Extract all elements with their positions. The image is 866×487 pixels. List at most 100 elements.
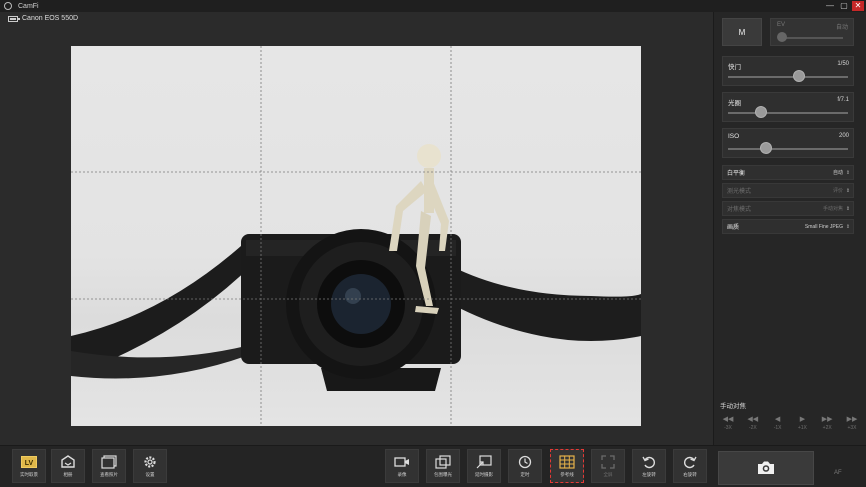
manual-focus-title: 手动对焦	[720, 403, 746, 410]
focus-step-label: -1X	[773, 425, 782, 431]
fullscreen-icon	[600, 454, 616, 469]
close-button[interactable]: ✕	[852, 1, 864, 11]
timelapse-label: 延时摄影	[475, 471, 493, 477]
iso-track	[728, 148, 848, 150]
shutter-slider[interactable]: 快门 1/50	[722, 56, 854, 86]
timer-label: 定时	[520, 471, 530, 477]
minimize-button[interactable]: —	[824, 1, 836, 11]
af-label[interactable]: AF	[834, 470, 842, 476]
focus-step-button[interactable]: ▶ +1X	[794, 416, 810, 431]
settings-panel: M EV 自动 快门 1/50 光圈 f/7.1 ISO 200 白平衡 自动 …	[713, 12, 866, 445]
video-button[interactable]: 录像	[385, 449, 419, 483]
iso-value: 200	[838, 133, 849, 139]
timelapse-button[interactable]: 延时摄影	[467, 449, 501, 483]
fullscreen-button[interactable]: 全屏	[591, 449, 625, 483]
focus-step-label: -2X	[748, 425, 757, 431]
live-view-photo	[71, 46, 641, 426]
rotate-right-icon	[682, 455, 698, 469]
rotate-right-label: 右旋转	[683, 471, 697, 477]
aperture-slider[interactable]: 光圈 f/7.1	[722, 92, 854, 122]
iso-slider[interactable]: ISO 200	[722, 128, 854, 158]
quality-select[interactable]: 画质 Small Fine JPEG ⇕	[722, 219, 854, 234]
chevron-updown-icon: ⇕	[845, 169, 851, 176]
bracketing-label: 包围曝光	[434, 471, 452, 477]
ev-knob	[777, 32, 787, 42]
focus-step-button[interactable]: ▶▶ +3X	[844, 416, 860, 431]
triple-arrow-right-icon: ▶▶	[846, 416, 858, 423]
white-balance-label: 白平衡	[727, 171, 746, 177]
album-button[interactable]: 相册	[51, 449, 85, 483]
gear-icon	[142, 455, 158, 469]
focus-mode-label: 对焦模式	[727, 207, 752, 213]
bracketing-icon	[435, 454, 451, 469]
battery-icon	[8, 15, 20, 22]
maximize-button[interactable]: ▢	[838, 1, 850, 11]
live-view-button[interactable]: LV 实时取景	[12, 449, 46, 483]
chevron-updown-icon: ⇕	[845, 187, 851, 194]
camera-status: Canon EOS 550D	[8, 15, 78, 22]
live-view-image[interactable]	[71, 46, 641, 426]
shutter-knob[interactable]	[792, 70, 805, 82]
live-view-label: 实时取景	[20, 471, 38, 477]
gallery-icon	[101, 454, 117, 469]
arrow-right-icon: ▶	[799, 416, 806, 423]
gallery-button[interactable]: 查看照片	[92, 449, 126, 483]
focus-step-label: +1X	[797, 425, 807, 431]
aperture-knob[interactable]	[755, 106, 767, 118]
title-bar: CamFi — ▢ ✕	[0, 0, 866, 12]
camera-shutter-icon	[757, 460, 775, 477]
arrow-left-icon: ◀	[774, 416, 781, 423]
focus-step-button[interactable]: ◀◀ -2X	[745, 416, 761, 431]
shutter-label: 快门	[728, 64, 741, 71]
aperture-track	[728, 112, 848, 114]
shooting-mode-button[interactable]: M	[722, 18, 762, 46]
quality-label: 画质	[727, 225, 740, 231]
rotate-left-button[interactable]: 左旋转	[632, 449, 666, 483]
focus-step-button[interactable]: ◀ -1X	[770, 416, 786, 431]
metering-label: 测光模式	[727, 189, 752, 195]
timer-icon	[517, 455, 533, 469]
settings-button[interactable]: 设置	[133, 449, 167, 483]
timer-button[interactable]: 定时	[508, 449, 542, 483]
grid-lines-button[interactable]: 参考线	[550, 449, 584, 483]
ev-value: 自动	[835, 25, 848, 31]
triple-arrow-left-icon: ◀◀	[722, 416, 734, 423]
video-icon	[394, 455, 410, 469]
album-icon	[60, 454, 76, 469]
focus-step-label: +3X	[847, 425, 857, 431]
ev-label: EV	[777, 22, 786, 28]
double-arrow-left-icon: ◀◀	[747, 416, 759, 423]
focus-step-label: +2X	[822, 425, 832, 431]
video-label: 录像	[397, 471, 407, 477]
window-title: CamFi	[18, 2, 39, 10]
metering-select[interactable]: 测光模式 评价 ⇕	[722, 183, 854, 198]
focus-mode-value: 手动对焦	[822, 206, 843, 212]
bracketing-button[interactable]: 包围曝光	[426, 449, 460, 483]
focus-mode-select[interactable]: 对焦模式 手动对焦 ⇕	[722, 201, 854, 216]
aperture-label: 光圈	[728, 100, 741, 107]
white-balance-select[interactable]: 白平衡 自动 ⇕	[722, 165, 854, 180]
grid-lines-label: 参考线	[560, 471, 574, 477]
app-logo-icon	[4, 2, 12, 10]
fullscreen-label: 全屏	[603, 471, 613, 477]
iso-label: ISO	[728, 133, 740, 140]
chevron-updown-icon: ⇕	[845, 223, 851, 230]
bottom-toolbar: LV 实时取景 相册 查看照片 设置 录像 包围曝光 延时摄影 定时 参考线 全…	[0, 445, 866, 487]
ev-slider: EV 自动	[770, 18, 854, 46]
focus-step-label: -3X	[724, 425, 732, 431]
focus-step-button[interactable]: ▶▶ +2X	[819, 416, 835, 431]
double-arrow-right-icon: ▶▶	[821, 416, 833, 423]
grid-icon	[559, 454, 575, 469]
quality-value: Small Fine JPEG	[804, 223, 843, 230]
iso-knob[interactable]	[760, 142, 773, 154]
shutter-button[interactable]	[718, 451, 814, 485]
gallery-label: 查看照片	[100, 471, 118, 477]
album-label: 相册	[63, 471, 73, 477]
camera-name: Canon EOS 550D	[22, 15, 79, 22]
ev-track	[779, 37, 843, 39]
svg-text:LV: LV	[25, 460, 34, 467]
settings-label: 设置	[145, 471, 155, 477]
manual-focus-controls: ◀◀ -3X ◀◀ -2X ◀ -1X ▶ +1X ▶▶ +2X ▶▶ +3X	[720, 416, 860, 431]
rotate-right-button[interactable]: 右旋转	[673, 449, 707, 483]
focus-step-button[interactable]: ◀◀ -3X	[720, 416, 736, 431]
